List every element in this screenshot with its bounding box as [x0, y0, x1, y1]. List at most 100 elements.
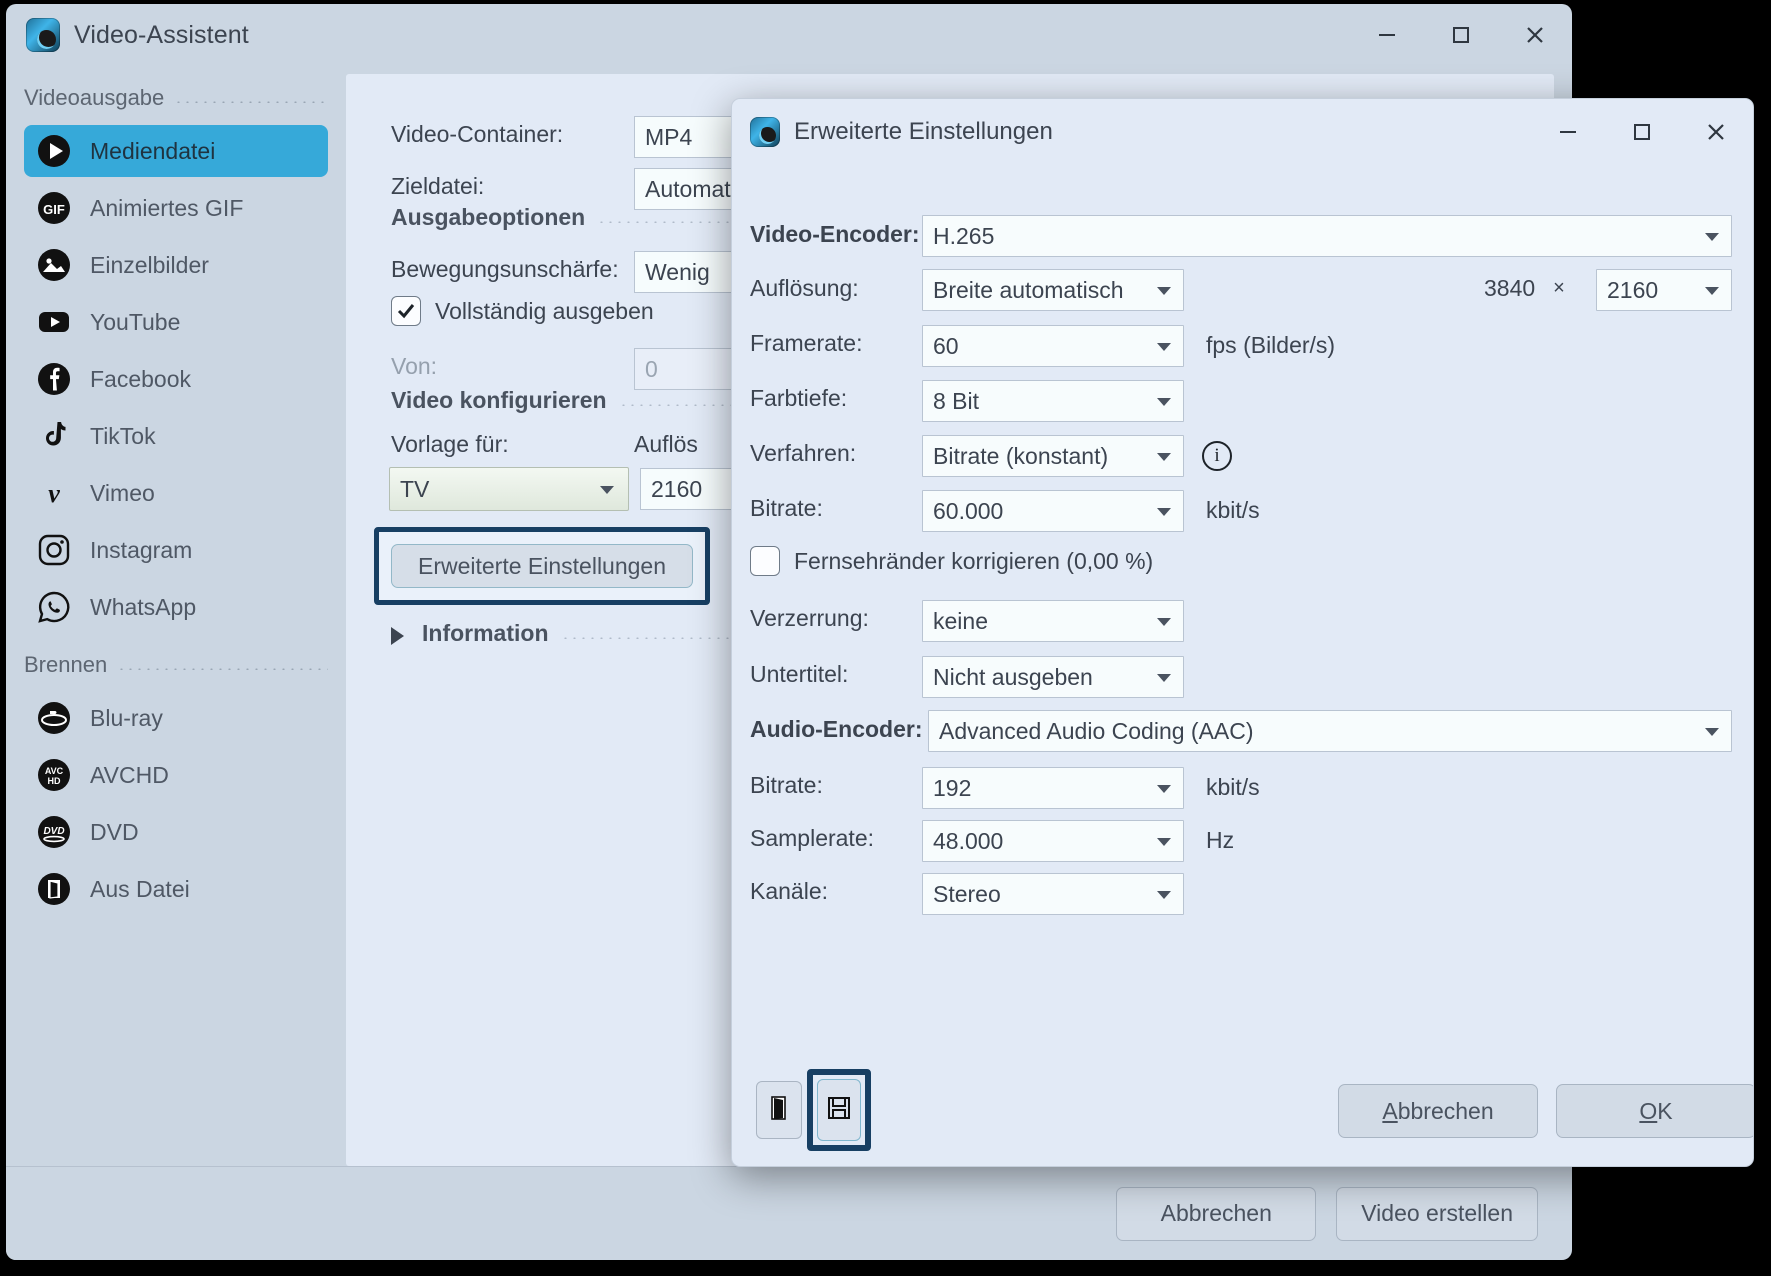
channels-label-row: Kanäle:: [750, 878, 828, 905]
advanced-settings-dialog: Erweiterte Einstellungen Video-Encoder: …: [731, 98, 1754, 1167]
framerate-select[interactable]: 60: [922, 325, 1184, 367]
main-titlebar: Video-Assistent: [6, 4, 1572, 66]
dialog-cancel-button[interactable]: Abbrechen: [1338, 1084, 1538, 1138]
audio-encoder-select[interactable]: Advanced Audio Coding (AAC): [928, 710, 1732, 752]
sidebar-item-animiertes-gif[interactable]: GIF Animiertes GIF: [24, 182, 328, 234]
subtitle-value: Nicht ausgeben: [933, 664, 1093, 691]
minimize-icon[interactable]: [1350, 4, 1424, 66]
samplerate-select[interactable]: 48.000: [922, 820, 1184, 862]
bitrate-label: Bitrate:: [750, 495, 823, 522]
tv-border-label: Fernsehränder korrigieren (0,00 %): [794, 548, 1153, 575]
sidebar-item-avchd[interactable]: AVCHD AVCHD: [24, 749, 328, 801]
sidebar-item-label: DVD: [90, 819, 139, 846]
instagram-icon: [36, 532, 72, 568]
sidebar-item-aus-datei[interactable]: Aus Datei: [24, 863, 328, 915]
chevron-down-icon: [600, 486, 614, 494]
audio-encoder-label-row: Audio-Encoder:: [750, 716, 923, 743]
gif-icon: GIF: [36, 190, 72, 226]
framerate-label-row: Framerate:: [750, 330, 862, 357]
distortion-select[interactable]: keine: [922, 600, 1184, 642]
dialog-title: Erweiterte Einstellungen: [794, 118, 1053, 146]
load-from-file-icon-button[interactable]: [756, 1081, 802, 1139]
maximize-icon[interactable]: [1605, 99, 1679, 165]
advanced-settings-button[interactable]: Erweiterte Einstellungen: [391, 544, 693, 588]
method-label-row: Verfahren:: [750, 440, 856, 467]
save-icon-button[interactable]: [817, 1079, 861, 1141]
video-encoder-select[interactable]: H.265: [922, 215, 1732, 257]
channels-label: Kanäle:: [750, 878, 828, 905]
full-output-row[interactable]: Vollständig ausgeben: [391, 296, 654, 326]
dialog-titlebar: Erweiterte Einstellungen: [732, 99, 1753, 165]
height-select[interactable]: 2160: [1596, 269, 1732, 311]
bluray-icon: [36, 700, 72, 736]
bitrate-value: 60.000: [933, 498, 1003, 525]
app-logo-icon: [26, 18, 60, 52]
tv-border-checkbox[interactable]: [750, 546, 780, 576]
sidebar-group-videoausgabe: Videoausgabe: [6, 76, 346, 120]
sidebar-item-youtube[interactable]: YouTube: [24, 296, 328, 348]
video-encoder-value: H.265: [933, 223, 994, 250]
full-output-label: Vollständig ausgeben: [435, 298, 654, 325]
info-icon[interactable]: i: [1202, 441, 1232, 471]
sidebar-group-label: Brennen: [24, 652, 107, 678]
bitrate-select[interactable]: 60.000: [922, 490, 1184, 532]
whatsapp-icon: [36, 589, 72, 625]
template-for-select[interactable]: TV: [389, 467, 629, 511]
sidebar-item-facebook[interactable]: Facebook: [24, 353, 328, 405]
from-label: Von:: [391, 353, 437, 380]
window-controls: [1350, 4, 1572, 66]
distortion-label: Verzerrung:: [750, 605, 869, 632]
full-output-checkbox[interactable]: [391, 296, 421, 326]
sidebar-item-vimeo[interactable]: v Vimeo: [24, 467, 328, 519]
close-icon[interactable]: [1679, 99, 1753, 165]
sidebar-item-label: TikTok: [90, 423, 156, 450]
svg-text:HD: HD: [48, 776, 61, 786]
create-video-button[interactable]: Video erstellen: [1336, 1187, 1538, 1241]
sidebar-item-einzelbilder[interactable]: Einzelbilder: [24, 239, 328, 291]
subtitle-select[interactable]: Nicht ausgeben: [922, 656, 1184, 698]
play-circle-icon: [36, 133, 72, 169]
app-logo-icon: [750, 117, 780, 147]
sidebar-group-brennen: Brennen: [6, 643, 346, 687]
sidebar-item-blu-ray[interactable]: Blu-ray: [24, 692, 328, 744]
resolution-row: Auflös: [634, 431, 698, 458]
motion-blur-label: Bewegungsunschärfe:: [391, 256, 619, 283]
template-for-value: TV: [400, 476, 429, 503]
sidebar-item-label: YouTube: [90, 309, 180, 336]
audio-bitrate-select[interactable]: 192: [922, 767, 1184, 809]
method-select[interactable]: Bitrate (konstant): [922, 435, 1184, 477]
chevron-down-icon: [1705, 287, 1719, 295]
sidebar-item-label: Animiertes GIF: [90, 195, 243, 222]
sidebar-item-label: Vimeo: [90, 480, 155, 507]
channels-select[interactable]: Stereo: [922, 873, 1184, 915]
distortion-value: keine: [933, 608, 988, 635]
image-icon: [36, 247, 72, 283]
colordepth-value: 8 Bit: [933, 388, 979, 415]
dialog-ok-button[interactable]: OK: [1556, 1084, 1754, 1138]
chevron-down-icon: [1157, 674, 1171, 682]
chevron-down-icon: [1157, 453, 1171, 461]
video-encoder-label-row: Video-Encoder:: [750, 221, 920, 248]
sidebar-item-mediendatei[interactable]: Mediendatei: [24, 125, 328, 177]
sidebar-item-label: AVCHD: [90, 762, 169, 789]
minimize-icon[interactable]: [1531, 99, 1605, 165]
target-file-label: Zieldatei:: [391, 173, 484, 200]
svg-text:DVD: DVD: [43, 826, 64, 837]
sidebar-item-dvd[interactable]: DVD DVD: [24, 806, 328, 858]
sidebar-item-whatsapp[interactable]: WhatsApp: [24, 581, 328, 633]
resolution-mode-select[interactable]: Breite automatisch: [922, 269, 1184, 311]
sidebar-item-label: Facebook: [90, 366, 191, 393]
tv-border-row[interactable]: Fernsehränder korrigieren (0,00 %): [750, 546, 1153, 576]
close-icon[interactable]: [1498, 4, 1572, 66]
chevron-down-icon: [1157, 838, 1171, 846]
divider: [117, 668, 328, 670]
chevron-right-icon[interactable]: [391, 627, 404, 645]
main-cancel-button[interactable]: Abbrechen: [1116, 1187, 1316, 1241]
method-label: Verfahren:: [750, 440, 856, 467]
chevron-down-icon: [1157, 508, 1171, 516]
sidebar-item-instagram[interactable]: Instagram: [24, 524, 328, 576]
colordepth-select[interactable]: 8 Bit: [922, 380, 1184, 422]
maximize-icon[interactable]: [1424, 4, 1498, 66]
sidebar-item-tiktok[interactable]: TikTok: [24, 410, 328, 462]
colordepth-label: Farbtiefe:: [750, 385, 847, 412]
